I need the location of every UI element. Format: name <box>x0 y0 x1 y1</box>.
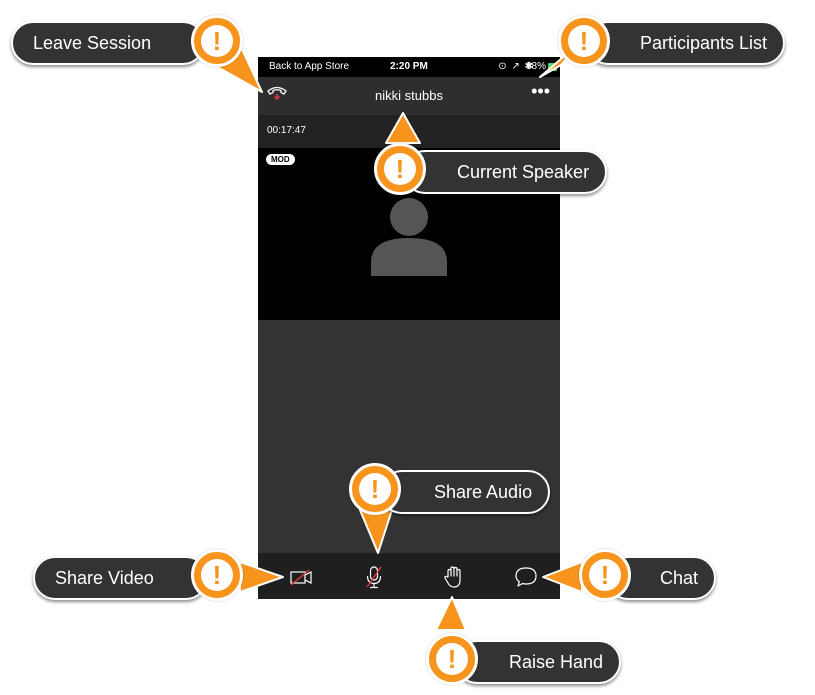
share-audio-pointer <box>359 509 393 554</box>
share-audio-callout: Share Audio <box>380 470 551 514</box>
alert-icon: ! <box>359 473 391 505</box>
share-video-label: Share Video <box>55 568 154 588</box>
current-speaker-callout: Current Speaker <box>403 150 608 194</box>
current-speaker-label: Current Speaker <box>457 162 590 182</box>
participants-list-callout: Participants List <box>586 21 786 65</box>
leave-session-callout: Leave Session <box>11 21 206 65</box>
share-video-callout: Share Video <box>33 556 208 600</box>
raise-hand-label: Raise Hand <box>509 652 604 672</box>
alert-icon: ! <box>201 25 233 57</box>
chat-pointer <box>542 561 583 593</box>
chat-badge: ! <box>579 549 631 601</box>
share-audio-badge: ! <box>349 463 401 515</box>
alert-icon: ! <box>589 559 621 591</box>
raise-hand-callout: Raise Hand <box>455 640 622 684</box>
leave-session-label: Leave Session <box>33 33 152 53</box>
participants-list-label: Participants List <box>640 33 768 53</box>
alert-icon: ! <box>436 643 468 675</box>
alert-icon: ! <box>384 153 416 185</box>
share-audio-label: Share Audio <box>434 482 533 502</box>
share-video-pointer <box>239 561 284 593</box>
current-speaker-pointer <box>385 112 421 144</box>
chat-label: Chat <box>660 568 699 588</box>
raise-hand-badge: ! <box>426 633 478 685</box>
share-video-badge: ! <box>191 549 243 601</box>
alert-icon: ! <box>201 559 233 591</box>
participants-list-badge: ! <box>558 15 610 67</box>
leave-session-badge: ! <box>191 15 243 67</box>
current-speaker-badge: ! <box>374 143 426 195</box>
raise-hand-pointer <box>435 596 467 631</box>
alert-icon: ! <box>568 25 600 57</box>
